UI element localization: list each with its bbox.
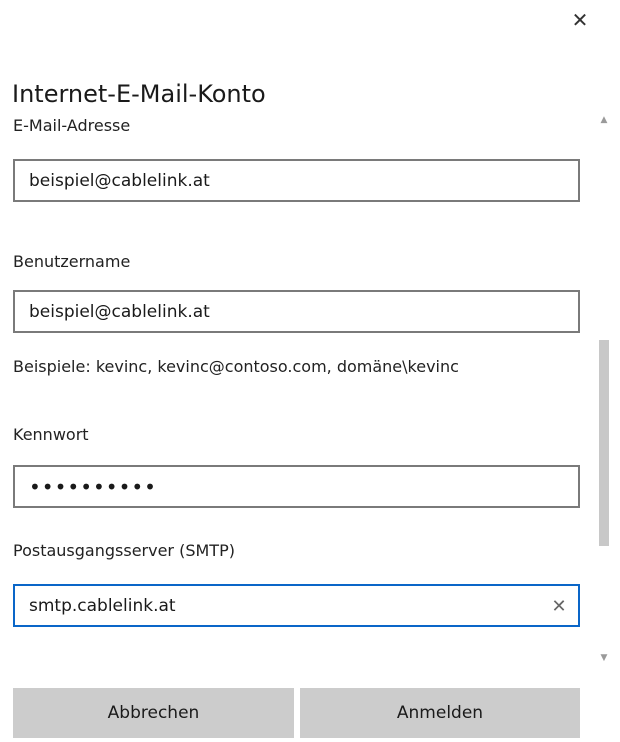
smtp-input[interactable] [13,584,580,627]
email-input[interactable] [13,159,580,202]
username-label: Benutzername [13,252,131,271]
email-label: E-Mail-Adresse [13,116,131,135]
password-label: Kennwort [13,425,89,444]
clear-icon[interactable]: ✕ [548,595,570,617]
smtp-label: Postausgangsserver (SMTP) [13,541,235,560]
password-input[interactable] [13,465,580,508]
cancel-button[interactable]: Abbrechen [13,688,294,738]
email-account-dialog: ✕ Internet-E-Mail-Konto E-Mail-Adresse B… [0,0,620,742]
scroll-down-icon[interactable]: ▼ [596,650,612,666]
dialog-title: Internet-E-Mail-Konto [12,80,266,108]
scroll-up-icon[interactable]: ▲ [596,112,612,128]
username-hint: Beispiele: kevinc, kevinc@contoso.com, d… [13,357,459,376]
scroll-thumb[interactable] [599,340,609,546]
close-icon[interactable]: ✕ [566,6,594,34]
username-input[interactable] [13,290,580,333]
scrollbar[interactable]: ▲ ▼ [596,110,612,670]
sign-in-button[interactable]: Anmelden [300,688,580,738]
